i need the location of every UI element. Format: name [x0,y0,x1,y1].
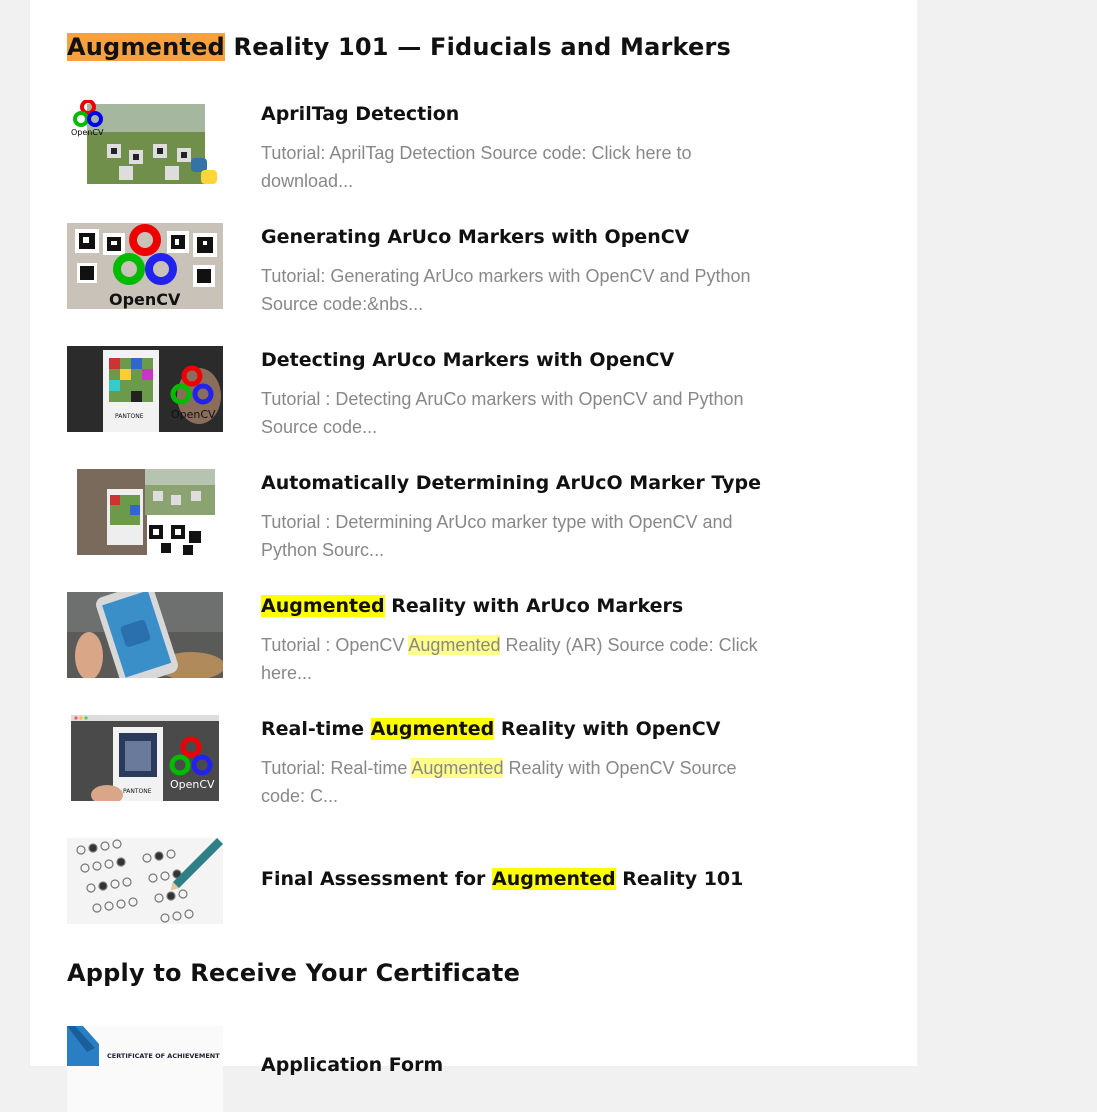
lesson-thumbnail[interactable]: PANTONE OpenCV [67,346,223,432]
svg-text:OpenCV: OpenCV [171,408,216,421]
answer-sheet-thumbnail-image [67,838,223,924]
lesson-thumbnail[interactable]: PANTONE OpenCV [67,715,223,801]
robots-field-thumbnail-image: OpenCV [67,100,223,186]
aruco-opencv-thumbnail-image: OpenCV [67,223,223,309]
section-title-certificate: Apply to Receive Your Certificate [67,959,521,987]
lesson-title[interactable]: Final Assessment for Augmented Reality 1… [261,868,743,890]
search-highlight: Augmented [408,635,501,655]
svg-text:PANTONE: PANTONE [115,413,144,420]
lesson-title[interactable]: Detecting ArUco Markers with OpenCV [261,349,674,371]
svg-text:OpenCV: OpenCV [170,778,215,791]
lesson-generating-aruco-markers[interactable]: OpenCV Generating ArUco Markers with Ope… [67,223,787,314]
lesson-description: Tutorial : Determining ArUco marker type… [261,512,733,560]
lesson-thumbnail[interactable]: OpenCV [67,100,223,186]
lesson-thumbnail[interactable] [67,469,223,555]
lesson-determining-marker-type[interactable]: Automatically Determining ArUcO Marker T… [67,469,787,560]
search-highlight: Augmented [261,595,385,617]
lesson-description: Tutorial: Generating ArUco markers with … [261,266,751,314]
svg-text:OpenCV: OpenCV [71,128,104,137]
lesson-title[interactable]: Real-time Augmented Reality with OpenCV [261,718,720,740]
search-highlight: Augmented [492,868,616,890]
lesson-title[interactable]: Automatically Determining ArUcO Marker T… [261,472,761,494]
course-content-panel: Augmented Reality 101 — Fiducials and Ma… [30,0,917,1112]
marker-collage-thumbnail-image [67,469,223,555]
person-holding-marker-thumbnail-image: PANTONE OpenCV [67,346,223,432]
search-highlight: Augmented [67,33,225,61]
lesson-thumbnail[interactable]: OpenCV [67,223,223,309]
lesson-final-assessment[interactable]: Final Assessment for Augmented Reality 1… [67,838,787,924]
lesson-thumbnail[interactable] [67,838,223,924]
lesson-description: Tutorial: AprilTag Detection Source code… [261,143,692,191]
section-title-ar101: Augmented Reality 101 — Fiducials and Ma… [67,33,732,61]
lesson-description: Tutorial : OpenCV Augmented Reality (AR)… [261,635,758,683]
lesson-ar-with-aruco-markers[interactable]: Augmented Reality with ArUco Markers Tut… [67,592,787,683]
svg-text:CERTIFICATE OF ACHIEVEMENT: CERTIFICATE OF ACHIEVEMENT [107,1052,220,1060]
phone-ar-chair-thumbnail-image [67,592,223,678]
search-highlight: Augmented [411,758,504,778]
lesson-application-form[interactable]: CERTIFICATE OF ACHIEVEMENT Application F… [67,1026,787,1112]
lesson-description: Tutorial: Real-time Augmented Reality wi… [261,758,737,806]
lesson-realtime-ar-opencv[interactable]: PANTONE OpenCV Real-time Augmented Reali… [67,715,787,806]
lesson-thumbnail[interactable] [67,592,223,678]
lesson-detecting-aruco-markers[interactable]: PANTONE OpenCV Detecting ArUco Markers w… [67,346,787,437]
lesson-apriltag-detection[interactable]: OpenCV AprilTag Detection Tutorial: Apri… [67,100,787,191]
lesson-title[interactable]: Generating ArUco Markers with OpenCV [261,226,689,248]
realtime-ar-thumbnail-image: PANTONE OpenCV [67,715,223,801]
certificate-thumbnail-image: CERTIFICATE OF ACHIEVEMENT [67,1026,223,1112]
lesson-title[interactable]: AprilTag Detection [261,103,459,125]
lesson-title[interactable]: Augmented Reality with ArUco Markers [261,595,683,617]
lesson-title[interactable]: Application Form [261,1054,443,1076]
search-highlight: Augmented [370,718,495,740]
lesson-description: Tutorial : Detecting AruCo markers with … [261,389,744,437]
lesson-thumbnail[interactable]: CERTIFICATE OF ACHIEVEMENT [67,1026,223,1112]
svg-text:PANTONE: PANTONE [123,788,152,795]
svg-text:OpenCV: OpenCV [109,290,181,309]
